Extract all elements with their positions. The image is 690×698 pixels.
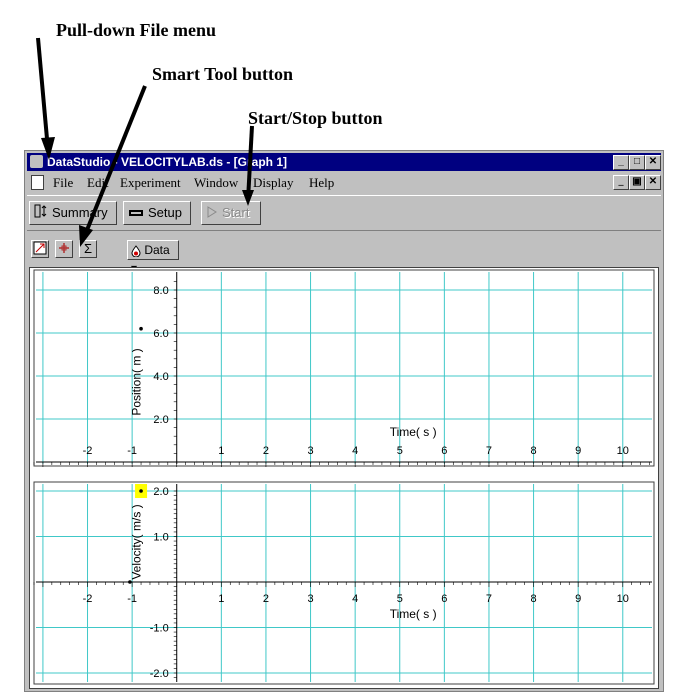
x-tick-label: 4 [352, 445, 358, 457]
smart-tool-icon [57, 243, 71, 258]
x-tick-label: -1 [127, 445, 137, 457]
x-tick-label: 8 [531, 593, 537, 605]
data-label: Data [144, 243, 170, 257]
doc-minimize-button[interactable]: _ [613, 175, 629, 190]
start-stop-button[interactable]: Start [201, 201, 261, 225]
menu-edit[interactable]: Edit [87, 175, 109, 191]
menu-bar: File Edit Experiment Window Display Help… [27, 173, 661, 191]
graph-svg[interactable]: -2 -1 1 2 3 4 5 6 7 8 9 10 2.0 4.0 6.0 8.0 Time( s ) Posi… [30, 268, 658, 688]
statistics-button[interactable]: Σ [79, 240, 97, 258]
data-point [139, 326, 143, 331]
annotation-file-menu: Pull-down File menu [56, 20, 217, 40]
annotation-start-stop: Start/Stop button [248, 108, 383, 128]
x-tick-label: 3 [307, 593, 313, 605]
y-tick-label: 4.0 [153, 371, 168, 383]
x-tick-label: 10 [617, 445, 629, 457]
setup-icon [128, 203, 144, 225]
close-button[interactable]: ✕ [645, 155, 661, 170]
y-tick-label: 2.0 [153, 414, 168, 426]
data-point [128, 580, 132, 584]
window-title: DataStudio - VELOCITYLAB.ds - [Graph 1] [47, 155, 288, 169]
app-icon [30, 155, 43, 168]
datastudio-window: DataStudio - VELOCITYLAB.ds - [Graph 1] … [24, 150, 664, 692]
x-tick-label: 9 [575, 593, 581, 605]
sigma-icon: Σ [83, 241, 93, 256]
annotation-smart-tool: Smart Tool button [152, 64, 294, 84]
x-tick-label: -2 [83, 445, 93, 457]
setup-button[interactable]: Setup [123, 201, 191, 225]
x-tick-label: 7 [486, 445, 492, 457]
graph-toolbar: Σ Data ▾ [27, 235, 661, 275]
summary-icon [34, 203, 48, 225]
y-axis-title: Position( m ) [130, 348, 144, 415]
y-axis-title: Velocity( m/s ) [130, 504, 144, 579]
y-tick-label: 8.0 [153, 285, 168, 297]
graph-display: -2 -1 1 2 3 4 5 6 7 8 9 10 2.0 4.0 6.0 8.0 Time( s ) Posi… [29, 267, 659, 689]
y-tick-label: 2.0 [153, 486, 168, 498]
title-bar: DataStudio - VELOCITYLAB.ds - [Graph 1] … [27, 153, 661, 171]
summary-button[interactable]: Summary [29, 201, 117, 225]
summary-label: Summary [52, 205, 108, 220]
x-tick-label: 1 [218, 593, 224, 605]
main-toolbar: Summary Setup Start [27, 195, 661, 231]
x-axis-title: Time( s ) [390, 425, 437, 439]
y-tick-label: -1.0 [150, 623, 169, 635]
x-tick-label: 6 [441, 445, 447, 457]
start-label: Start [222, 205, 250, 220]
y-tick-label: 6.0 [153, 328, 168, 340]
y-tick-label: -2.0 [150, 668, 169, 680]
x-tick-label: 4 [352, 593, 358, 605]
x-tick-label: 3 [307, 445, 313, 457]
x-tick-label: 8 [531, 445, 537, 457]
menu-help[interactable]: Help [309, 175, 334, 191]
menu-file[interactable]: File [53, 175, 73, 191]
graph-panel-2 [33, 481, 655, 685]
data-drop-icon [131, 243, 141, 258]
doc-close-button[interactable]: ✕ [645, 175, 661, 190]
x-tick-label: 1 [218, 445, 224, 457]
x-tick-label: 2 [263, 445, 269, 457]
menu-experiment[interactable]: Experiment [120, 175, 181, 191]
graph-panel-1 [33, 269, 655, 467]
y-tick-label: 1.0 [153, 532, 168, 544]
document-icon[interactable] [31, 175, 44, 190]
minimize-button[interactable]: _ [613, 155, 629, 170]
x-tick-label: 2 [263, 593, 269, 605]
arrow-icon [36, 37, 55, 160]
x-tick-label: 5 [397, 593, 403, 605]
scale-to-fit-button[interactable] [31, 240, 49, 258]
x-tick-label: 5 [397, 445, 403, 457]
x-tick-label: 10 [617, 593, 629, 605]
x-axis-title: Time( s ) [390, 607, 437, 621]
setup-label: Setup [148, 205, 182, 220]
scale-icon [33, 241, 47, 258]
smart-tool-button[interactable] [55, 240, 73, 258]
menu-window[interactable]: Window [194, 175, 238, 191]
data-point [139, 489, 143, 493]
doc-restore-button[interactable]: ▣ [629, 175, 645, 190]
x-tick-label: -2 [83, 593, 93, 605]
menu-display[interactable]: Display [253, 175, 293, 191]
x-tick-label: 7 [486, 593, 492, 605]
play-icon [206, 203, 218, 225]
x-tick-label: 6 [441, 593, 447, 605]
x-tick-label: -1 [127, 593, 137, 605]
maximize-button[interactable]: □ [629, 155, 645, 170]
x-tick-label: 9 [575, 445, 581, 457]
data-dropdown[interactable]: Data ▾ [127, 240, 179, 275]
